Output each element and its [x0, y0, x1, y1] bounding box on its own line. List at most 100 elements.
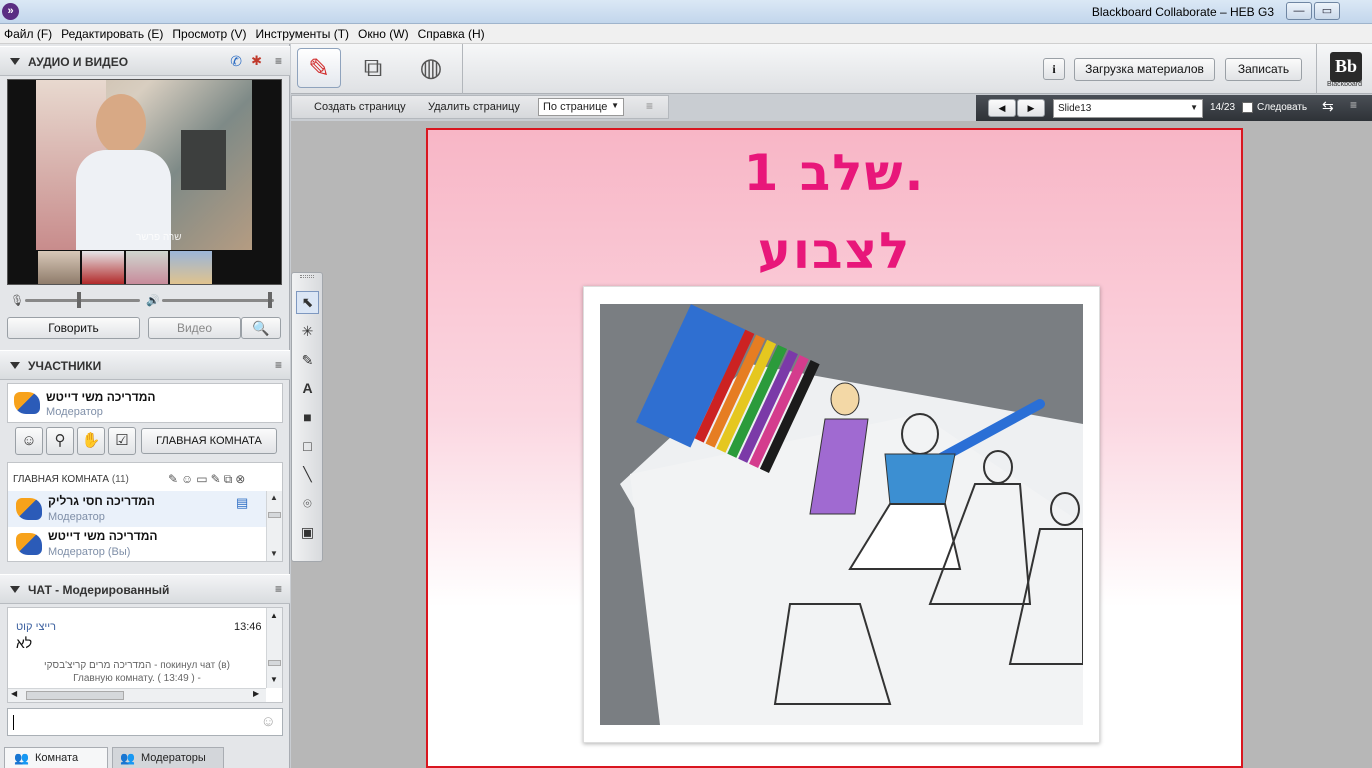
scroll-right-icon[interactable]: ▶	[253, 689, 259, 698]
talk-button[interactable]: Говорить	[7, 317, 140, 339]
participant-name: המדריכה משי דייטש	[48, 529, 158, 543]
tab-moderators-label: Модераторы	[141, 752, 206, 764]
chevron-down-icon: ▼	[611, 101, 619, 110]
video-button[interactable]: Видео	[148, 317, 241, 339]
emoticon-button[interactable]: ☺	[15, 427, 43, 455]
butterfly-avatar-icon	[14, 392, 40, 414]
slide-canvas[interactable]: שלב 1. לצבוע	[426, 128, 1243, 768]
raise-hand-button[interactable]: ✋	[77, 427, 105, 455]
scroll-left-icon[interactable]: ◀	[11, 689, 17, 698]
pointer-tool-icon[interactable]: ✳	[296, 320, 319, 343]
scroll-thumb[interactable]	[26, 691, 124, 700]
web-tour-mode-icon[interactable]: ◍	[409, 48, 453, 88]
collapse-icon[interactable]	[10, 362, 20, 369]
panel-menu-icon[interactable]: ≡	[1350, 98, 1357, 112]
toolbar-divider	[1316, 44, 1317, 94]
app-share-mode-icon[interactable]: ⧉	[351, 48, 395, 88]
sync-arrows-icon[interactable]: ⇆	[1322, 98, 1334, 115]
phone-icon[interactable]: ✆	[230, 53, 242, 70]
video-thumbnail[interactable]	[82, 251, 124, 284]
panel-menu-icon[interactable]: ≡	[275, 358, 282, 372]
menu-edit[interactable]: Редактировать (E)	[61, 27, 163, 41]
poll-checkbox-button[interactable]: ☑	[108, 427, 136, 455]
my-role: Модератор	[46, 406, 103, 418]
record-button[interactable]: Записать	[1225, 58, 1302, 81]
next-slide-button[interactable]: ▶	[1017, 99, 1045, 117]
fit-mode-select[interactable]: По странице ▼	[538, 98, 624, 116]
emoticon-icon[interactable]: ☺	[261, 713, 276, 730]
window-title: Blackboard Collaborate – HEB G3	[1091, 5, 1274, 19]
chevron-down-icon: ▼	[1190, 103, 1198, 112]
screenshot-tool-icon[interactable]: ⌾	[296, 492, 319, 515]
minimize-button[interactable]: —	[1286, 2, 1312, 20]
scroll-thumb[interactable]	[268, 512, 281, 518]
video-preview-icon[interactable]: 🔍	[241, 317, 281, 339]
menu-tools[interactable]: Инструменты (T)	[256, 27, 349, 41]
create-page-button[interactable]: Создать страницу	[314, 101, 406, 113]
upload-materials-button[interactable]: Загрузка материалов	[1074, 58, 1215, 81]
video-thumbnail[interactable]	[170, 251, 212, 284]
list-item[interactable]: המדריכה משי דייטש Модератор (Вы)	[8, 527, 266, 561]
slide-select[interactable]: Slide13 ▼	[1053, 99, 1203, 118]
delete-page-button[interactable]: Удалить страницу	[428, 101, 520, 113]
speaker-slider-track[interactable]	[162, 292, 274, 308]
menu-view[interactable]: Просмотр (V)	[172, 27, 246, 41]
chat-hscrollbar[interactable]: ◀ ▶	[8, 688, 266, 702]
collapse-icon[interactable]	[10, 586, 20, 593]
away-button[interactable]: ⚲	[46, 427, 74, 455]
tab-room[interactable]: 👥 Комната	[4, 747, 108, 768]
mic-slider-thumb[interactable]	[77, 292, 82, 308]
blackboard-logo: Bb	[1330, 52, 1362, 82]
menu-help[interactable]: Справка (H)	[418, 27, 485, 41]
panel-menu-icon[interactable]: ≡	[646, 99, 653, 113]
av-panel-header[interactable]: АУДИО И ВИДЕО ✆ ✱ ≡	[0, 46, 290, 76]
filled-rect-tool-icon[interactable]: ■	[296, 406, 319, 429]
participants-list: ГЛАВНАЯ КОМНАТА (11) ✎☺▭✎⧉⊗ המדריכה חסי …	[7, 462, 283, 562]
collapse-icon[interactable]	[10, 58, 20, 65]
follow-checkbox[interactable]	[1242, 102, 1253, 113]
clipart-tool-icon[interactable]: ▣	[296, 521, 319, 544]
tab-room-label: Комната	[35, 752, 79, 764]
panel-menu-icon[interactable]: ≡	[275, 582, 282, 596]
chat-scrollbar[interactable]: ▲ ▼	[266, 608, 282, 688]
tab-moderators[interactable]: 👥 Модераторы	[112, 747, 224, 768]
slide-nav-bar: ◀ ▶ Slide13 ▼ 14/23 Следовать ⇆ ≡	[976, 95, 1372, 121]
scroll-down-icon[interactable]: ▼	[270, 549, 278, 558]
coloring-photo-drawing	[600, 304, 1083, 725]
restore-button[interactable]: ▭	[1314, 2, 1340, 20]
chat-bubble-icon[interactable]: ▤	[236, 495, 248, 511]
whiteboard-tools-palette: ⬉ ✳ ✎ A ■ □ ╲ ⌾ ▣	[291, 272, 323, 562]
slide-select-value: Slide13	[1058, 103, 1092, 114]
participants-panel-header[interactable]: УЧАСТНИКИ ≡	[0, 350, 290, 380]
speaker-slider-thumb[interactable]	[267, 292, 272, 308]
chat-system-line: Главную комнату. ( 13:49 ) -	[73, 673, 201, 684]
chat-panel-header[interactable]: ЧАТ - Модерированный ≡	[0, 574, 290, 604]
main-room-button[interactable]: ГЛАВНАЯ КОМНАТА	[141, 428, 277, 454]
select-tool-icon[interactable]: ⬉	[296, 291, 319, 314]
follow-label: Следовать	[1257, 102, 1308, 113]
list-scrollbar[interactable]: ▲ ▼	[266, 491, 282, 561]
prev-slide-button[interactable]: ◀	[988, 99, 1016, 117]
menu-file[interactable]: Файл (F)	[4, 27, 52, 41]
settings-icon[interactable]: ✱	[251, 53, 262, 69]
drag-handle[interactable]	[300, 275, 314, 278]
text-tool-icon[interactable]: A	[296, 377, 319, 400]
scroll-up-icon[interactable]: ▲	[270, 493, 278, 502]
mic-slider-track[interactable]	[25, 292, 140, 308]
info-icon[interactable]: i	[1043, 58, 1065, 80]
pen-tool-icon[interactable]: ✎	[296, 349, 319, 372]
toolbar-divider	[462, 44, 463, 94]
panel-menu-icon[interactable]: ≡	[275, 54, 282, 68]
menu-window[interactable]: Окно (W)	[358, 27, 409, 41]
video-thumbnail[interactable]	[126, 251, 168, 284]
chat-input[interactable]: ☺	[7, 708, 283, 736]
whiteboard-mode-icon[interactable]: ✎	[297, 48, 341, 88]
list-item[interactable]: המדריכה חסי גרליק Модератор ▤	[8, 491, 266, 527]
video-thumbnail[interactable]	[38, 251, 80, 284]
line-tool-icon[interactable]: ╲	[296, 463, 319, 486]
scroll-thumb[interactable]	[268, 660, 281, 666]
rect-tool-icon[interactable]: □	[296, 435, 319, 458]
scroll-down-icon[interactable]: ▼	[270, 675, 278, 684]
scroll-up-icon[interactable]: ▲	[270, 611, 278, 620]
room-tool-icons[interactable]: ✎☺▭✎⧉⊗	[168, 472, 248, 487]
